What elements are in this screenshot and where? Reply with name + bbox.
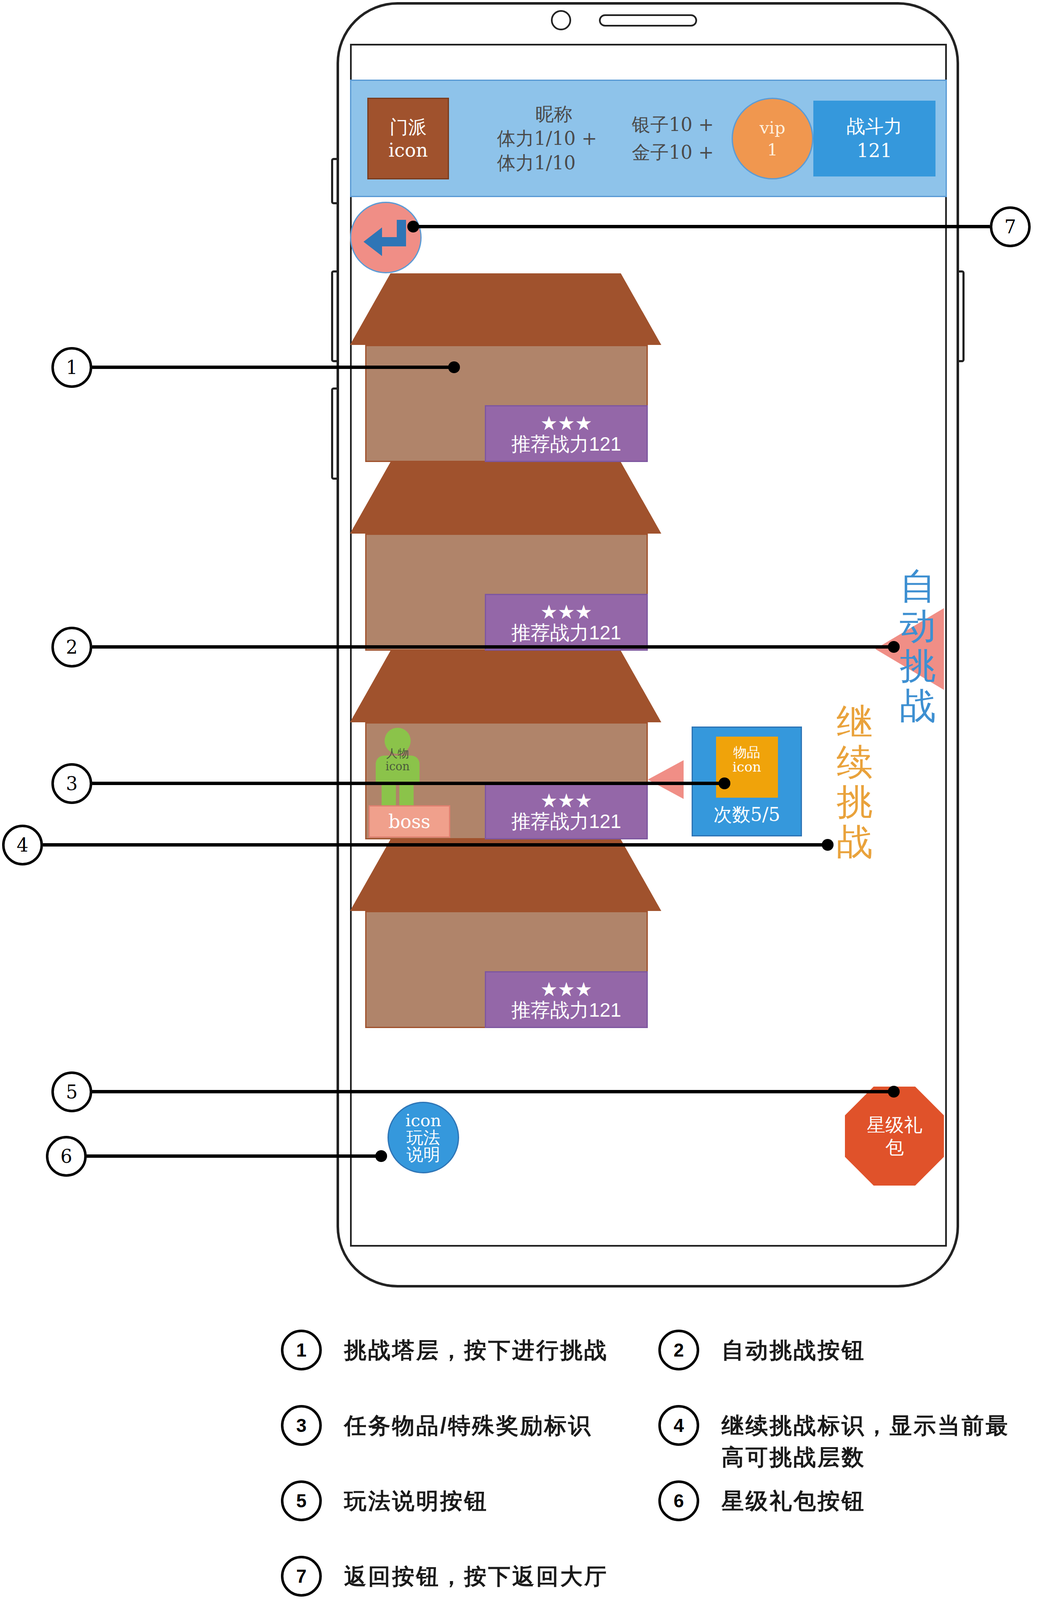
status-bar: 门派 icon 昵称 体力1/10 + 体力1/10 银子10 + 金子10 +… — [350, 79, 947, 198]
callout-line — [92, 1090, 894, 1094]
recommended-power: 推荐战力121 — [511, 622, 622, 643]
legend: 1 挑战塔层，按下进行挑战2 自动挑战按钮 3 任务物品/特殊奖励标识4 继续挑战标识，显… — [280, 1329, 1017, 1600]
nickname: 昵称 — [497, 101, 611, 127]
tower-floor[interactable]: ★★★推荐战力121 — [350, 462, 662, 651]
recommended-power: 推荐战力121 — [511, 999, 622, 1021]
sect-icon[interactable]: 门派 icon — [367, 97, 449, 180]
floor-roof — [350, 273, 662, 345]
legend-number: 2 — [658, 1329, 700, 1371]
callout-line — [413, 224, 990, 229]
star-rating: ★★★ — [540, 790, 593, 811]
return-arrow-icon — [362, 217, 409, 258]
boss-tag: boss — [368, 805, 451, 838]
callout-dot — [887, 641, 900, 653]
character-leg — [381, 785, 396, 808]
auto-challenge-button[interactable]: 自动挑战 — [899, 566, 936, 726]
legend-number: 5 — [280, 1480, 322, 1522]
callout-number: 4 — [2, 824, 43, 866]
currency: 银子10 + 金子10 + — [631, 110, 729, 167]
callout-number: 1 — [51, 347, 93, 388]
silver[interactable]: 银子10 + — [631, 110, 729, 139]
combat-power: 战斗力 121 — [813, 100, 936, 177]
floor-label: ★★★推荐战力121 — [484, 405, 648, 463]
legend-item: 6 星级礼包按钮 — [658, 1480, 1017, 1556]
floor-label: ★★★推荐战力121 — [484, 971, 648, 1029]
tower-floor[interactable]: ★★★推荐战力121 人物 icon boss — [350, 650, 662, 840]
star-gift-label: 星级礼包 — [863, 1114, 927, 1159]
callout-dot — [718, 777, 731, 790]
guide-button[interactable]: icon 玩法 说明 — [387, 1101, 460, 1174]
character-legs — [381, 785, 414, 808]
legend-number: 4 — [658, 1405, 700, 1446]
callout-dot — [887, 1085, 900, 1098]
speaker — [598, 14, 698, 27]
floor-body[interactable]: ★★★推荐战力121 — [365, 911, 648, 1029]
attempt-count: 次数5/5 — [713, 803, 781, 826]
stamina: 体力1/10 — [497, 150, 611, 176]
callout-dot — [821, 839, 834, 851]
legend-item: 3 任务物品/特殊奖励标识 — [280, 1405, 659, 1481]
callout-number: 5 — [51, 1071, 93, 1113]
stamina[interactable]: 体力1/10 + — [497, 126, 611, 151]
floor-body[interactable]: ★★★推荐战力121 — [365, 533, 648, 651]
legend-text: 返回按钮，按下返回大厅 — [344, 1555, 658, 1593]
legend-number: 3 — [280, 1405, 322, 1446]
callout-number: 7 — [989, 206, 1031, 248]
callout-number: 3 — [51, 763, 93, 805]
callout-dot — [448, 361, 460, 374]
legend-item: 7 返回按钮，按下返回大厅 — [280, 1555, 659, 1600]
legend-text: 玩法说明按钮 — [344, 1480, 658, 1517]
vip-badge[interactable]: vip 1 — [731, 97, 814, 180]
continue-challenge-label[interactable]: 继续挑战 — [836, 702, 873, 862]
gold[interactable]: 金子10 + — [631, 138, 729, 167]
floor-body[interactable]: ★★★推荐战力121 人物 icon boss — [365, 722, 648, 840]
floor-roof — [350, 839, 662, 912]
camera — [550, 10, 572, 31]
callout-line — [92, 781, 725, 786]
floor-roof — [350, 650, 662, 723]
legend-text: 挑战塔层，按下进行挑战 — [344, 1329, 658, 1366]
callout-line — [86, 1154, 382, 1158]
star-gift-button[interactable]: 星级礼包 — [844, 1086, 944, 1186]
callout-number: 2 — [51, 626, 93, 668]
legend-item: 4 继续挑战标识，显示当前最高可挑战层数 — [658, 1405, 1017, 1481]
tower: ★★★推荐战力121★★★推荐战力121★★★推荐战力121人物 iconbos… — [350, 273, 662, 1029]
legend-number: 7 — [280, 1555, 322, 1597]
legend-item: 2 自动挑战按钮 — [658, 1329, 1017, 1406]
floor-roof — [350, 462, 662, 534]
character-label: 人物 icon — [375, 746, 420, 773]
character-leg — [399, 785, 414, 808]
legend-text: 继续挑战标识，显示当前最高可挑战层数 — [721, 1405, 1017, 1473]
callout-line — [42, 843, 828, 847]
legend-number: 1 — [280, 1329, 322, 1371]
legend-number: 6 — [658, 1480, 700, 1522]
player-info: 昵称 体力1/10 + 体力1/10 — [497, 101, 611, 176]
legend-item: 1 挑战塔层，按下进行挑战 — [280, 1329, 659, 1406]
star-rating: ★★★ — [540, 979, 593, 1000]
callout-line — [92, 645, 894, 649]
back-button[interactable] — [350, 201, 422, 274]
floor-label: ★★★推荐战力121 — [484, 593, 648, 651]
design-canvas: 门派 icon 昵称 体力1/10 + 体力1/10 银子10 + 金子10 +… — [0, 0, 1053, 1600]
legend-item: 5 玩法说明按钮 — [280, 1480, 659, 1556]
legend-text: 任务物品/特殊奖励标识 — [344, 1405, 658, 1442]
tower-floor[interactable]: ★★★推荐战力121 — [350, 839, 662, 1029]
character-icon: 人物 icon — [375, 727, 420, 808]
legend-text: 星级礼包按钮 — [721, 1480, 1017, 1517]
recommended-power: 推荐战力121 — [511, 433, 622, 455]
floor-body[interactable]: ★★★推荐战力121 — [365, 344, 648, 463]
recommended-power: 推荐战力121 — [511, 811, 622, 832]
callout-dot — [407, 220, 420, 233]
star-rating: ★★★ — [540, 601, 593, 623]
callout-dot — [375, 1150, 388, 1163]
callout-number: 6 — [45, 1135, 87, 1177]
legend-text: 自动挑战按钮 — [721, 1329, 1017, 1366]
floor-label: ★★★推荐战力121 — [484, 782, 648, 840]
star-rating: ★★★ — [540, 413, 593, 434]
callout-line — [92, 365, 455, 369]
